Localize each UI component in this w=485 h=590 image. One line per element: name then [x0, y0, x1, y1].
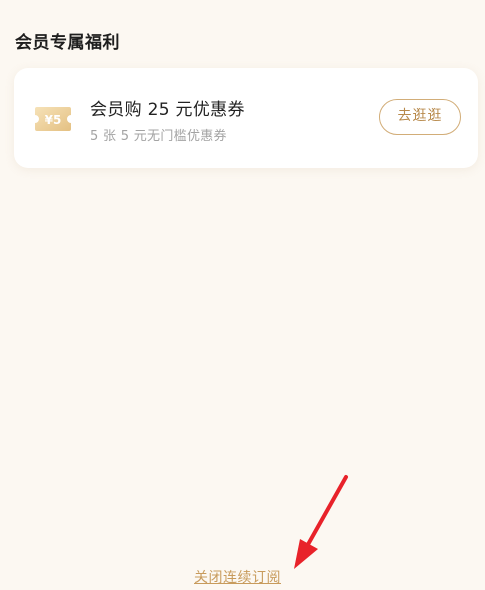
coupon-icon-text: ¥5 — [45, 113, 62, 127]
close-auto-renew-link[interactable]: 关闭连续订阅 — [194, 567, 281, 587]
member-coupon-card: ¥5 会员购 25 元优惠券 5 张 5 元无门槛优惠券 去逛逛 — [14, 68, 478, 168]
coupon-ticket-icon: ¥5 — [34, 105, 72, 133]
coupon-subtitle: 5 张 5 元无门槛优惠券 — [90, 129, 227, 144]
red-arrow-icon — [280, 470, 360, 580]
coupon-title: 会员购 25 元优惠券 — [90, 100, 245, 120]
go-shopping-button[interactable]: 去逛逛 — [379, 99, 461, 135]
section-title: 会员专属福利 — [15, 33, 120, 53]
